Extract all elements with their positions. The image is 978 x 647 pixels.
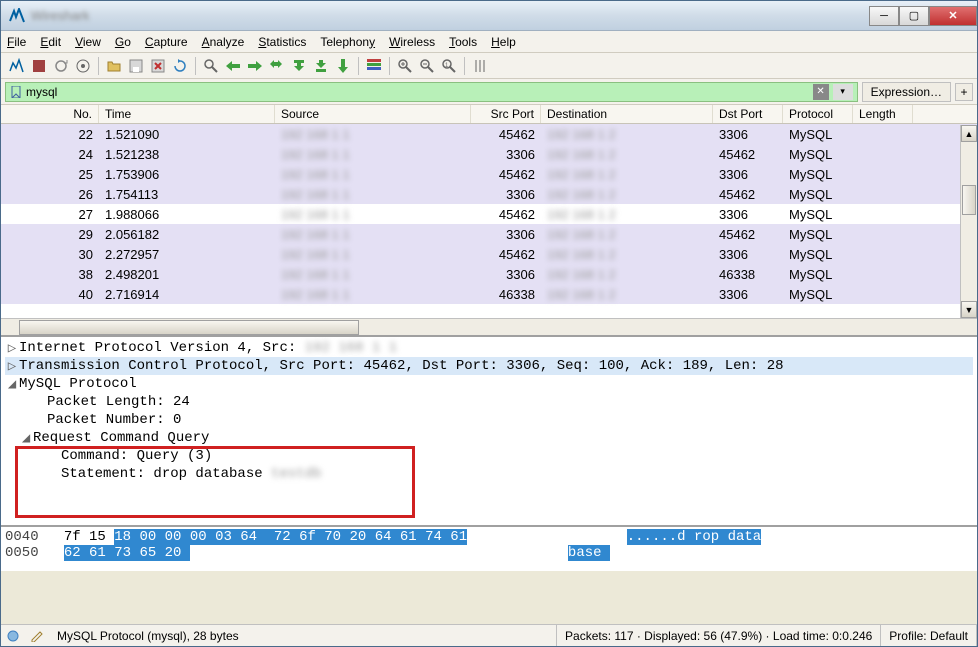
table-row[interactable]: 292.056182192 168 1 13306192 168 1 24546… bbox=[1, 224, 977, 244]
find-packet-icon[interactable] bbox=[201, 56, 221, 76]
clear-filter-icon[interactable]: ✕ bbox=[813, 84, 829, 100]
table-row[interactable]: 251.753906192 168 1 145462192 168 1 2330… bbox=[1, 164, 977, 184]
expand-icon[interactable]: ▷ bbox=[5, 358, 19, 375]
close-button[interactable]: ✕ bbox=[929, 6, 977, 26]
close-file-icon[interactable] bbox=[148, 56, 168, 76]
resize-columns-icon[interactable] bbox=[470, 56, 490, 76]
detail-packet-number[interactable]: Packet Number: 0 bbox=[5, 411, 973, 429]
menu-tools[interactable]: Tools bbox=[449, 35, 477, 49]
filter-bar: ✕ ▾ Expression… + bbox=[1, 79, 977, 105]
hscroll-thumb[interactable] bbox=[19, 320, 359, 335]
scroll-up-icon[interactable]: ▲ bbox=[961, 125, 977, 142]
go-to-packet-icon[interactable] bbox=[267, 56, 287, 76]
packet-list-body[interactable]: 221.521090192 168 1 145462192 168 1 2330… bbox=[1, 124, 977, 318]
maximize-button[interactable]: ▢ bbox=[899, 6, 929, 26]
table-row[interactable]: 241.521238192 168 1 13306192 168 1 24546… bbox=[1, 144, 977, 164]
bookmark-icon[interactable] bbox=[10, 86, 22, 98]
collapse-icon[interactable]: ◢ bbox=[5, 376, 19, 393]
save-file-icon[interactable] bbox=[126, 56, 146, 76]
packet-details-pane[interactable]: ▷Internet Protocol Version 4, Src: 192 1… bbox=[1, 337, 977, 527]
col-source[interactable]: Source bbox=[275, 105, 471, 123]
zoom-out-icon[interactable] bbox=[417, 56, 437, 76]
menu-file[interactable]: File bbox=[7, 35, 26, 49]
window-titlebar: Wireshark ─ ▢ ✕ bbox=[1, 1, 977, 31]
app-icon bbox=[9, 8, 25, 24]
col-destination[interactable]: Destination bbox=[541, 105, 713, 123]
menu-statistics[interactable]: Statistics bbox=[258, 35, 306, 49]
edit-capture-comment-icon[interactable] bbox=[29, 628, 45, 644]
bytes-row[interactable]: 0040 7f 15 18 00 00 00 03 64 72 6f 70 20… bbox=[5, 529, 973, 545]
auto-scroll-icon[interactable] bbox=[333, 56, 353, 76]
start-capture-icon[interactable] bbox=[7, 56, 27, 76]
vertical-scrollbar[interactable]: ▲ ▼ bbox=[960, 125, 977, 318]
detail-ip[interactable]: ▷Internet Protocol Version 4, Src: 192 1… bbox=[5, 339, 973, 357]
menu-view[interactable]: View bbox=[75, 35, 101, 49]
go-first-icon[interactable] bbox=[289, 56, 309, 76]
status-profile[interactable]: Profile: Default bbox=[881, 625, 977, 646]
open-file-icon[interactable] bbox=[104, 56, 124, 76]
menu-telephony[interactable]: Telephony bbox=[320, 35, 375, 49]
col-length[interactable]: Length bbox=[853, 105, 913, 123]
col-src-port[interactable]: Src Port bbox=[471, 105, 541, 123]
scroll-thumb[interactable] bbox=[962, 185, 976, 215]
display-filter-field[interactable]: ✕ ▾ bbox=[5, 82, 858, 102]
zoom-in-icon[interactable] bbox=[395, 56, 415, 76]
menu-help[interactable]: Help bbox=[491, 35, 516, 49]
restart-capture-icon[interactable] bbox=[51, 56, 71, 76]
packet-bytes-pane[interactable]: 0040 7f 15 18 00 00 00 03 64 72 6f 70 20… bbox=[1, 527, 977, 571]
detail-request-command[interactable]: ◢Request Command Query bbox=[5, 429, 973, 447]
detail-mysql[interactable]: ◢MySQL Protocol bbox=[5, 375, 973, 393]
menu-go[interactable]: Go bbox=[115, 35, 131, 49]
horizontal-scrollbar[interactable] bbox=[1, 318, 977, 335]
detail-packet-length[interactable]: Packet Length: 24 bbox=[5, 393, 973, 411]
status-bar: MySQL Protocol (mysql), 28 bytes Packets… bbox=[1, 624, 977, 646]
toolbar: 1 bbox=[1, 53, 977, 79]
menu-capture[interactable]: Capture bbox=[145, 35, 188, 49]
go-back-icon[interactable] bbox=[223, 56, 243, 76]
status-field: MySQL Protocol (mysql), 28 bytes bbox=[49, 625, 557, 646]
col-time[interactable]: Time bbox=[99, 105, 275, 123]
window-title: Wireshark bbox=[31, 8, 869, 23]
menu-wireless[interactable]: Wireless bbox=[389, 35, 435, 49]
minimize-button[interactable]: ─ bbox=[869, 6, 899, 26]
reload-icon[interactable] bbox=[170, 56, 190, 76]
detail-statement[interactable]: Statement: drop database testdb bbox=[5, 465, 973, 483]
table-row[interactable]: 302.272957192 168 1 145462192 168 1 2330… bbox=[1, 244, 977, 264]
go-last-icon[interactable] bbox=[311, 56, 331, 76]
go-forward-icon[interactable] bbox=[245, 56, 265, 76]
table-row[interactable]: 271.988066192 168 1 145462192 168 1 2330… bbox=[1, 204, 977, 224]
zoom-reset-icon[interactable]: 1 bbox=[439, 56, 459, 76]
bytes-row[interactable]: 0050 62 61 73 65 20 base bbox=[5, 545, 973, 561]
table-row[interactable]: 261.754113192 168 1 13306192 168 1 24546… bbox=[1, 184, 977, 204]
menubar: File Edit View Go Capture Analyze Statis… bbox=[1, 31, 977, 53]
capture-options-icon[interactable] bbox=[73, 56, 93, 76]
collapse-icon[interactable]: ◢ bbox=[19, 430, 33, 447]
table-row[interactable]: 382.498201192 168 1 13306192 168 1 24633… bbox=[1, 264, 977, 284]
packet-list-pane: No. Time Source Src Port Destination Dst… bbox=[1, 105, 977, 337]
add-filter-button[interactable]: + bbox=[955, 83, 973, 101]
display-filter-input[interactable] bbox=[26, 85, 809, 99]
scroll-down-icon[interactable]: ▼ bbox=[961, 301, 977, 318]
expert-info-icon[interactable] bbox=[5, 628, 21, 644]
menu-edit[interactable]: Edit bbox=[40, 35, 61, 49]
stop-capture-icon[interactable] bbox=[29, 56, 49, 76]
col-protocol[interactable]: Protocol bbox=[783, 105, 853, 123]
colorize-icon[interactable] bbox=[364, 56, 384, 76]
col-dst-port[interactable]: Dst Port bbox=[713, 105, 783, 123]
col-no[interactable]: No. bbox=[1, 105, 99, 123]
table-row[interactable]: 402.716914192 168 1 146338192 168 1 2330… bbox=[1, 284, 977, 304]
expression-button[interactable]: Expression… bbox=[862, 82, 951, 102]
detail-command[interactable]: Command: Query (3) bbox=[5, 447, 973, 465]
detail-tcp[interactable]: ▷Transmission Control Protocol, Src Port… bbox=[5, 357, 973, 375]
expand-icon[interactable]: ▷ bbox=[5, 340, 19, 357]
packet-list-header[interactable]: No. Time Source Src Port Destination Dst… bbox=[1, 105, 977, 124]
menu-analyze[interactable]: Analyze bbox=[202, 35, 245, 49]
filter-dropdown-icon[interactable]: ▾ bbox=[833, 84, 853, 100]
table-row[interactable]: 221.521090192 168 1 145462192 168 1 2330… bbox=[1, 124, 977, 144]
status-packets: Packets: 117 · Displayed: 56 (47.9%) · L… bbox=[557, 625, 881, 646]
